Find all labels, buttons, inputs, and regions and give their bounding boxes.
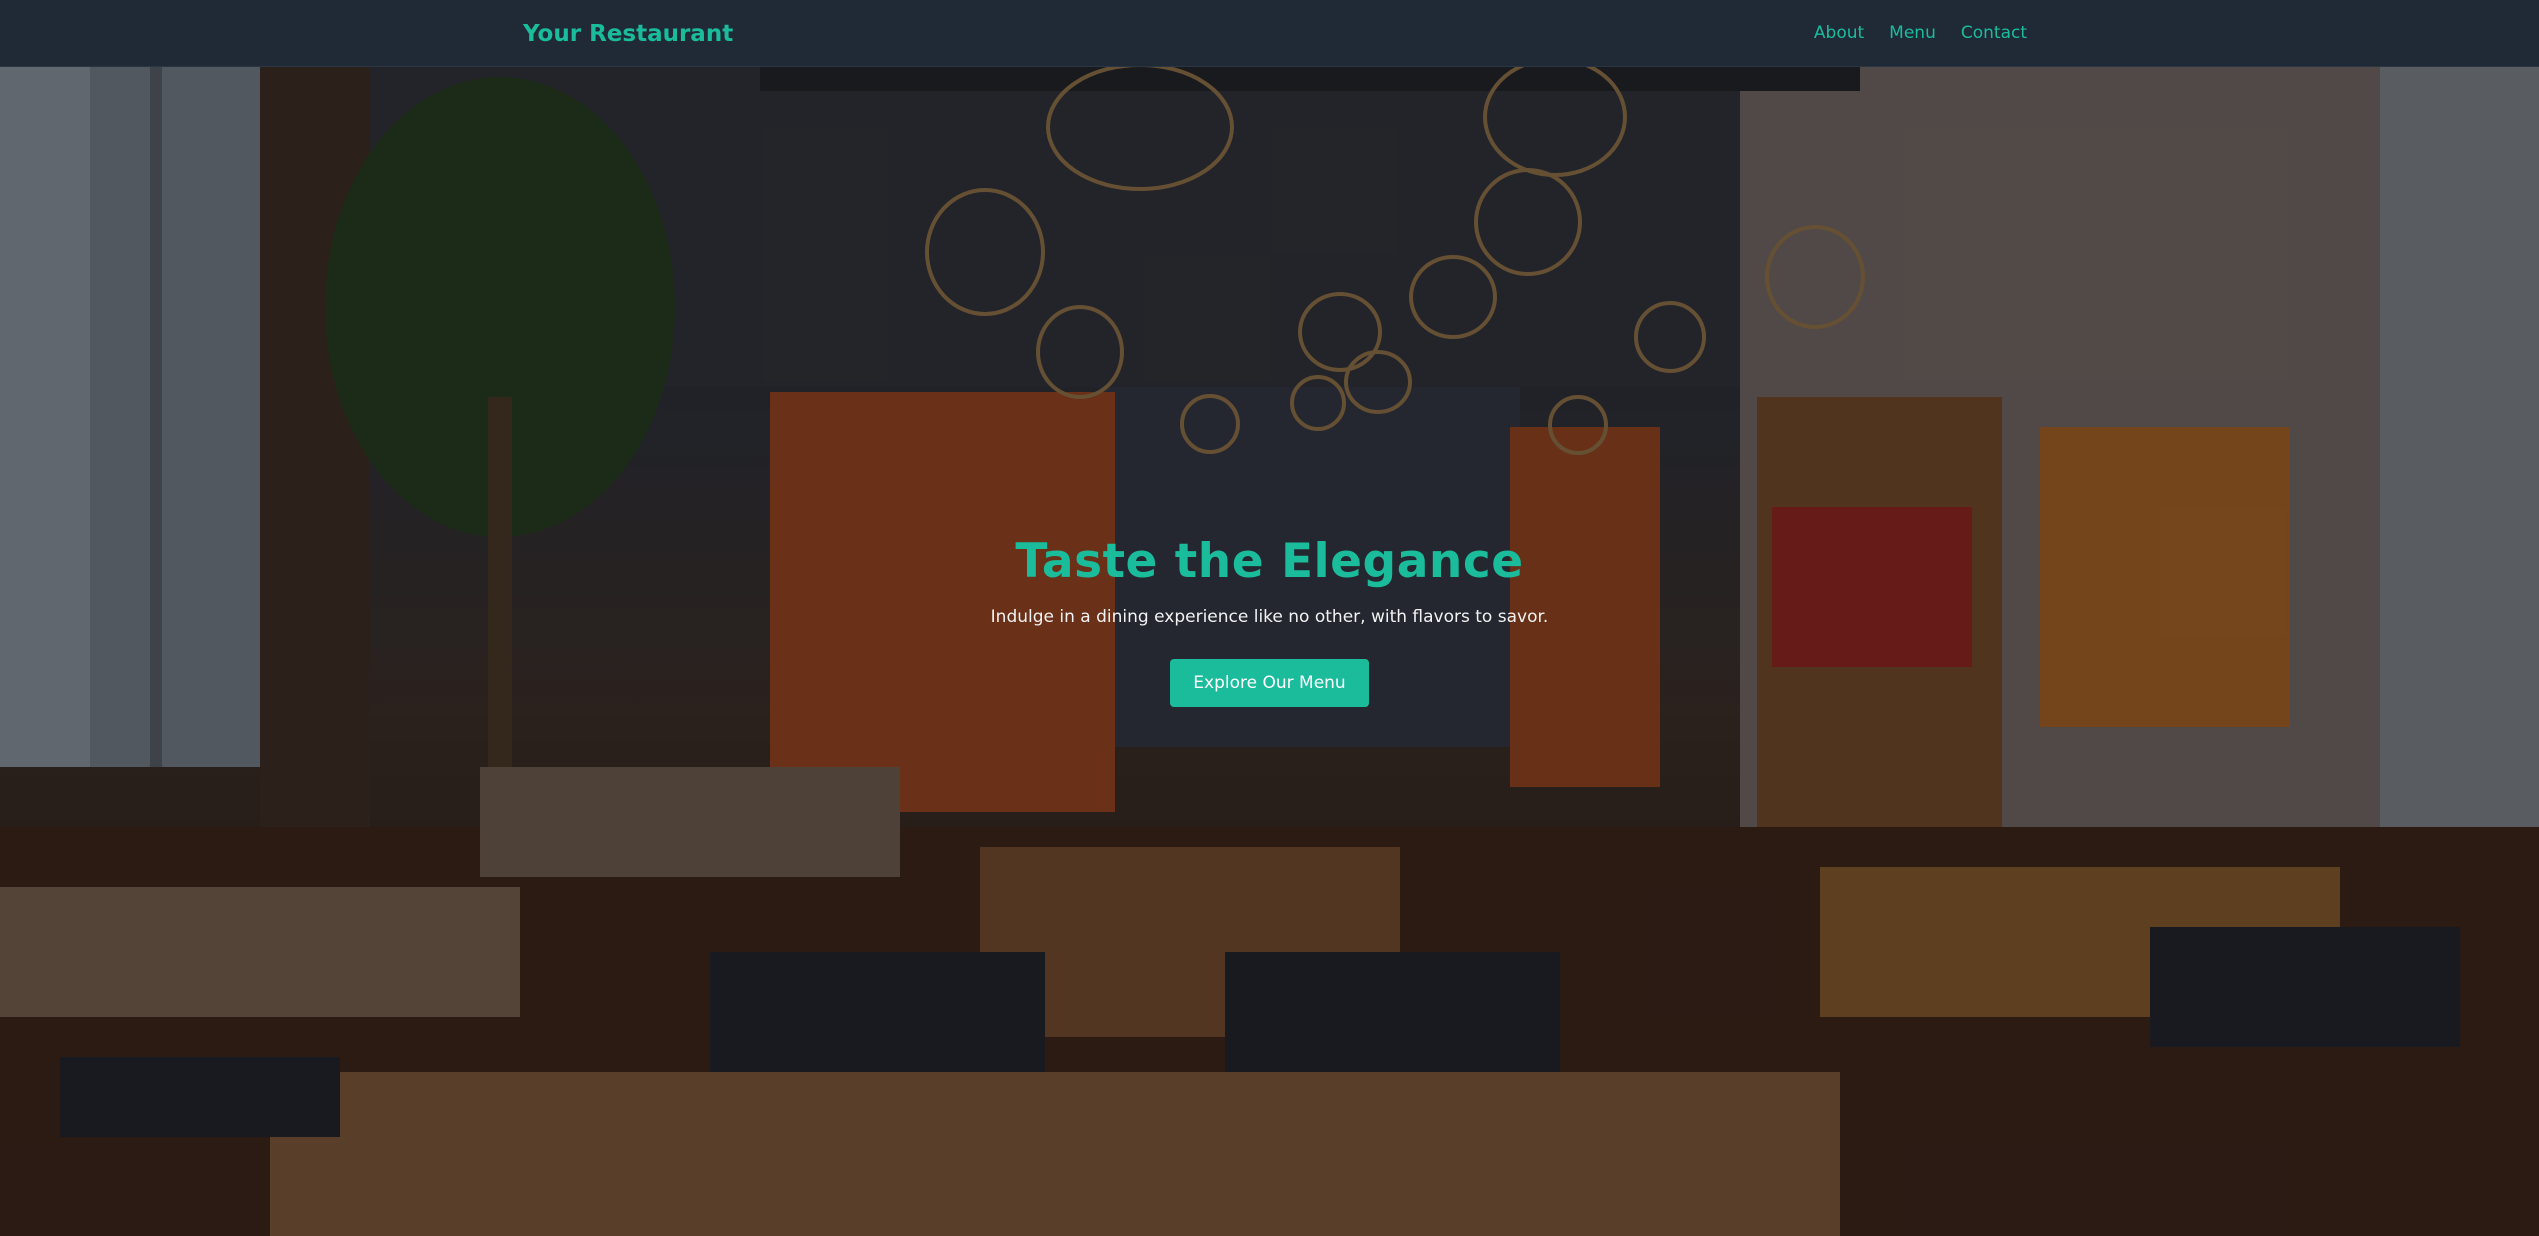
- hero-content: Taste the Elegance Indulge in a dining e…: [0, 532, 2539, 707]
- hero-subtitle: Indulge in a dining experience like no o…: [990, 607, 1549, 627]
- nav-links: About Menu Contact: [1814, 22, 2027, 44]
- explore-menu-button[interactable]: Explore Our Menu: [1170, 659, 1369, 707]
- hero-title: Taste the Elegance: [1015, 534, 1524, 589]
- brand-logo[interactable]: Your Restaurant: [523, 20, 733, 48]
- nav-link-about[interactable]: About: [1814, 22, 1864, 44]
- nav-link-contact[interactable]: Contact: [1961, 22, 2027, 44]
- navbar: Your Restaurant About Menu Contact: [0, 0, 2539, 67]
- hero-section: Taste the Elegance Indulge in a dining e…: [0, 67, 2539, 1236]
- nav-link-menu[interactable]: Menu: [1889, 22, 1936, 44]
